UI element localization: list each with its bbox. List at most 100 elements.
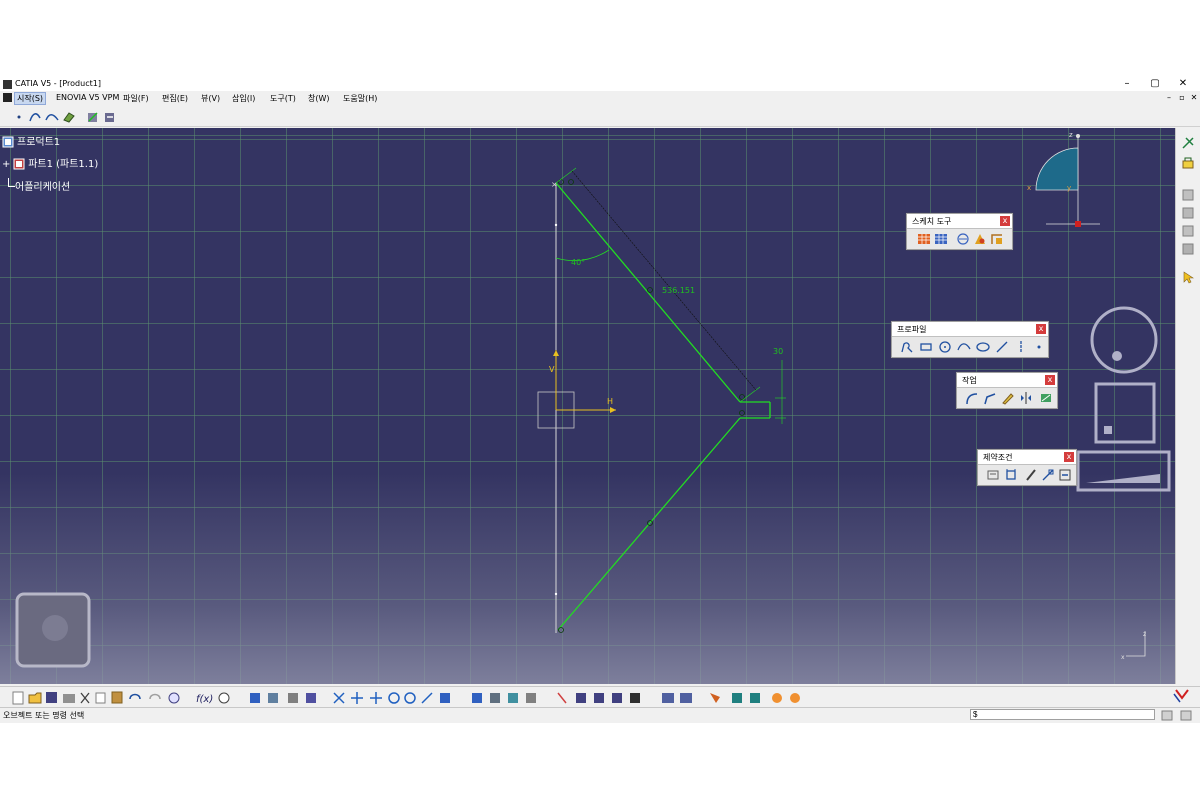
grid-icon[interactable] [917,232,931,246]
measure-icon[interactable] [557,692,567,704]
cut-by-plane-icon[interactable] [710,693,720,703]
menu-tools[interactable]: 도구(T) [268,93,298,104]
rotate-icon[interactable] [370,692,382,704]
spline-tool-icon[interactable] [957,340,971,354]
close-button[interactable]: ✕ [1176,78,1190,89]
menu-start[interactable]: 시작(S) [14,92,47,105]
zoom-out-icon[interactable] [404,692,416,704]
menu-insert[interactable]: 삽입(I) [230,93,257,104]
point-tool-icon[interactable] [1032,340,1046,354]
connect-curve-icon[interactable] [45,110,59,124]
layer-filter-icon[interactable] [750,693,760,703]
normal-view-tool-icon[interactable] [421,692,433,704]
fit-all-icon[interactable] [333,692,345,704]
view-rotate-icon[interactable] [1090,306,1158,374]
constraint-dialog-icon[interactable] [986,468,1000,482]
circle-icon[interactable] [938,340,952,354]
profile-line-lower[interactable] [557,417,741,631]
shading-icon[interactable] [490,693,500,703]
save-icon[interactable] [46,692,57,703]
axis-icon[interactable] [1014,340,1028,354]
menu-edit[interactable]: 편집(E) [160,93,190,104]
line-icon[interactable] [995,340,1009,354]
snap-to-point-icon[interactable] [934,232,948,246]
command-list-icon[interactable] [1161,710,1173,721]
project-3d-icon[interactable] [1039,391,1053,405]
catalog-icon[interactable] [268,693,278,703]
select-cursor-icon[interactable] [1181,270,1195,284]
menu-enovia[interactable]: ENOVIA V5 VPM [54,93,121,102]
profile-icon[interactable] [900,340,914,354]
menu-view[interactable]: 뷰(V) [199,93,222,104]
rectangle-icon[interactable] [919,340,933,354]
multi-view-icon[interactable] [440,693,450,703]
command-input[interactable] [970,709,1155,720]
print-icon[interactable] [63,694,75,703]
gear-visualization-icon[interactable] [772,693,782,703]
constraint-icon[interactable] [1004,468,1018,482]
new-icon[interactable] [12,691,24,705]
macro-icon[interactable] [288,693,298,703]
mdi-restore-button[interactable]: ▫ [1177,93,1187,102]
maximize-button[interactable]: ▢ [1148,78,1162,89]
solving-status-icon[interactable] [1181,156,1195,170]
contact-constraint-icon[interactable] [1024,468,1038,482]
copy-icon[interactable] [95,692,106,704]
properties-icon[interactable] [576,693,586,703]
sketch-analysis-tool-icon[interactable] [662,693,674,703]
exit-sketch-icon[interactable] [103,110,117,124]
render-style-icon[interactable] [508,693,518,703]
ellipse-icon[interactable] [976,340,990,354]
fly-mode-icon[interactable] [306,693,316,703]
layer-icon[interactable] [732,693,742,703]
cut-icon[interactable] [80,692,90,704]
menu-file[interactable]: 파일(F) [121,93,151,104]
sketch-viewport[interactable]: 프로덕트1 + 파트1 (파트1.1) 어플리케이션 × 536.151 40°… [0,128,1175,684]
constraint-close-button[interactable]: x [1064,452,1074,462]
formula-icon[interactable]: f(x) [196,694,213,705]
angle-dimension-text[interactable]: 40° [571,258,585,267]
pan-icon[interactable] [351,692,363,704]
capture-icon[interactable] [630,693,640,703]
sketch-tools-close-button[interactable]: x [1000,216,1010,226]
undo-icon[interactable] [129,693,141,700]
app-menu-icon[interactable] [3,93,12,102]
hide-show-icon[interactable] [1181,188,1195,202]
cut-part-icon[interactable] [1181,242,1195,256]
zoom-in-icon[interactable] [388,692,400,704]
corner-icon[interactable] [965,391,979,405]
geometric-constraints-icon[interactable] [973,232,987,246]
stop-command-icon[interactable] [1180,710,1192,721]
mirror-icon[interactable] [1019,391,1033,405]
iso-view-icon[interactable] [472,693,482,703]
surface-icon[interactable] [62,110,76,124]
menu-help[interactable]: 도움말(H) [341,93,379,104]
trim-icon[interactable] [1001,391,1015,405]
open-icon[interactable] [28,692,42,704]
redo-icon[interactable] [149,693,161,700]
knowledge-icon[interactable] [218,692,230,704]
point-icon[interactable] [12,110,26,124]
fix-together-icon[interactable] [1041,468,1055,482]
dimensional-constraints-icon[interactable] [990,232,1004,246]
minimize-button[interactable]: – [1120,78,1134,89]
profile-close-button[interactable]: x [1036,324,1046,334]
list-icon[interactable] [594,693,604,703]
swap-visible-icon[interactable] [1181,206,1195,220]
length-dimension-text[interactable]: 536.151 [662,286,695,295]
spline-icon[interactable] [28,110,42,124]
whats-this-icon[interactable] [168,692,180,704]
mdi-minimize-button[interactable]: – [1164,93,1174,102]
sketch-visualization-icon[interactable] [680,693,692,703]
height-dimension-text[interactable]: 30 [773,347,783,356]
chamfer-icon[interactable] [983,391,997,405]
profile-line-upper[interactable] [555,182,741,403]
sketcher-icon[interactable] [86,110,100,124]
table-icon[interactable] [250,693,260,703]
compare-icon[interactable] [612,693,622,703]
paste-icon[interactable] [111,691,123,704]
normal-view-icon[interactable] [1181,224,1195,238]
view-zoom-icon[interactable] [1076,450,1171,492]
animate-constraint-icon[interactable] [1058,468,1072,482]
gear-sketch-icon[interactable] [790,693,800,703]
